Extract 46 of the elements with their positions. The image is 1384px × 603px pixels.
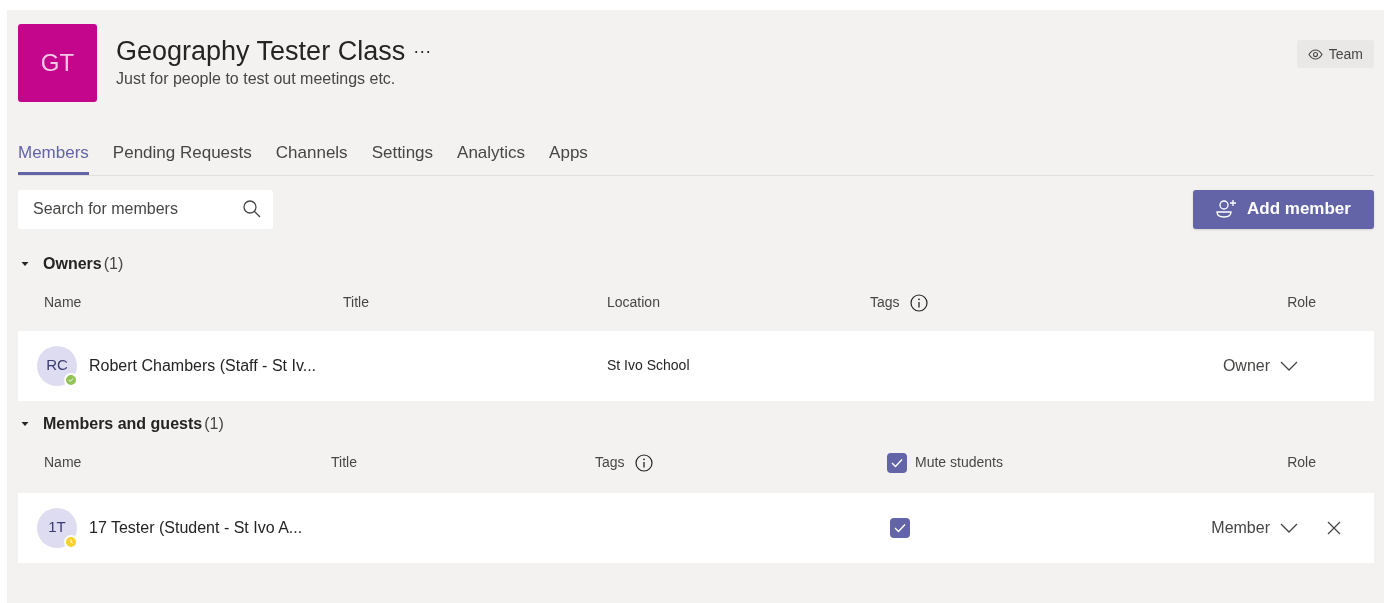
team-description: Just for people to test out meetings etc.: [116, 69, 397, 89]
section-count: (1): [103, 253, 124, 274]
column-header: Role: [1287, 293, 1316, 312]
team-name: Geography Tester Class: [116, 35, 406, 67]
column-header: Mute students: [915, 453, 1003, 472]
mute-all-checkbox[interactable]: [887, 452, 907, 473]
column-header: Title: [343, 293, 369, 312]
chevron-down-icon: [1280, 522, 1298, 533]
tab[interactable]: Settings: [371, 140, 434, 175]
member-name: 17 Tester (Student - St Ivo A...: [89, 517, 303, 538]
add-person-icon: [1216, 199, 1239, 219]
check-icon: [894, 522, 906, 533]
info-icon[interactable]: [909, 293, 928, 312]
avatar: RC: [37, 345, 77, 386]
member-name: Robert Chambers (Staff - St Iv...: [89, 355, 317, 376]
close-icon[interactable]: [1327, 520, 1341, 535]
column-header: Title: [331, 453, 357, 472]
role-dropdown[interactable]: Owner: [1222, 353, 1298, 378]
eye-icon: [1307, 48, 1323, 60]
tab[interactable]: Channels: [275, 140, 348, 175]
column-header: Tags: [595, 453, 625, 472]
location-text: St Ivo School: [607, 356, 690, 375]
avatar: 1T: [37, 507, 77, 548]
column-header: Tags: [870, 293, 900, 312]
check-icon: [891, 457, 903, 468]
section-title[interactable]: Owners: [43, 251, 102, 276]
search-field[interactable]: Search for members: [18, 189, 273, 229]
role-dropdown[interactable]: Member: [1211, 515, 1298, 540]
team-avatar: GT: [18, 24, 97, 102]
column-header: Location: [607, 293, 660, 312]
tab[interactable]: Pending Requests: [112, 140, 252, 175]
info-icon[interactable]: [634, 453, 653, 472]
column-header: Name: [44, 453, 82, 472]
search-icon: [243, 199, 261, 218]
section-count: (1): [204, 413, 224, 434]
tab[interactable]: Analytics: [457, 140, 526, 175]
add-member-button[interactable]: Add member: [1193, 189, 1374, 229]
team-view-button[interactable]: Team: [1296, 40, 1374, 68]
column-header: Role: [1287, 453, 1316, 472]
section-title[interactable]: Members and guests: [43, 411, 203, 436]
tab[interactable]: Members: [18, 140, 89, 175]
column-header: Name: [44, 293, 82, 312]
more-options-button[interactable]: ···: [413, 42, 432, 60]
chevron-down-icon: [1280, 360, 1298, 371]
tab[interactable]: Apps: [549, 140, 588, 175]
mute-checkbox[interactable]: [890, 517, 910, 538]
